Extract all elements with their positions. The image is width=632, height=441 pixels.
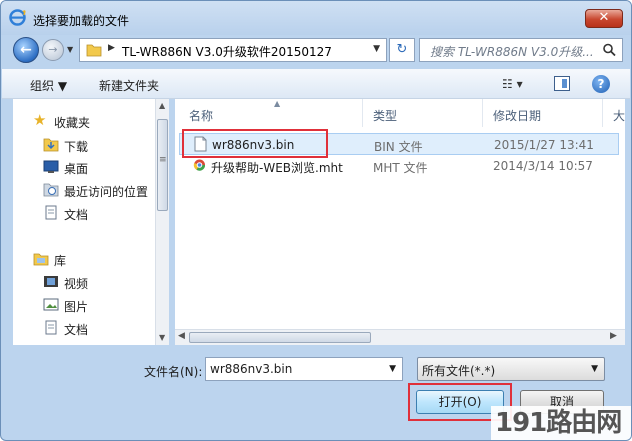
sidebar-item-label: 图片 [64, 300, 89, 314]
organize-menu[interactable]: 组织 ▼ [30, 77, 67, 94]
star-icon: ★ [33, 111, 47, 129]
sidebar-item-label: 文档 [64, 208, 89, 222]
history-dropdown-icon[interactable]: ▼ [67, 45, 73, 54]
column-header-name[interactable]: 名称 ▲ [179, 99, 363, 127]
address-bar[interactable]: ▶ TL-WR886N V3.0升级软件20150127 ▼ [79, 38, 387, 62]
search-placeholder: 搜索 TL-WR886N V3.0升级... [430, 45, 594, 59]
column-label: 名称 [189, 109, 214, 123]
library-icon [33, 253, 49, 266]
column-header-type[interactable]: 类型 [363, 99, 483, 127]
chevron-right-icon[interactable]: ▶ [108, 43, 115, 53]
filename-field[interactable]: wr886nv3.bin ▼ [205, 357, 403, 381]
address-path[interactable]: TL-WR886N V3.0升级软件20150127 [122, 43, 332, 60]
file-type: BIN 文件 [374, 140, 423, 154]
toolbar: 组织 ▼ 新建文件夹 ☷ ▾ ? [2, 69, 630, 99]
video-icon [44, 276, 58, 287]
sidebar-item-label: 视频 [64, 277, 89, 291]
column-header-size[interactable]: 大 [603, 99, 625, 127]
sidebar-item-label: 库 [54, 254, 67, 268]
column-label: 类型 [373, 109, 398, 123]
title-bar: 选择要加载的文件 ✕ [1, 1, 631, 35]
sidebar-item-label: 桌面 [64, 162, 89, 176]
document-icon [45, 320, 57, 335]
chrome-icon [193, 159, 206, 171]
sidebar-item-label: 文档 [64, 323, 89, 337]
filename-value: wr886nv3.bin [210, 362, 293, 376]
scroll-up-icon[interactable]: ▲ [159, 101, 165, 110]
sort-ascending-icon: ▲ [274, 99, 281, 108]
sidebar-scrollbar[interactable]: ▲ ≡ ▼ [155, 99, 169, 345]
table-row[interactable]: 升级帮助-WEB浏览.mht MHT 文件 2014/3/14 10:57 [179, 155, 619, 177]
folder-icon [86, 44, 102, 57]
watermark: 191路由网 [491, 406, 631, 440]
download-folder-icon [43, 138, 59, 152]
file-type-select[interactable]: 所有文件(*.*) ▼ [417, 357, 605, 381]
refresh-button[interactable]: ↻ [389, 38, 415, 62]
sidebar-item-label: 收藏夹 [54, 116, 91, 130]
file-type-value: 所有文件(*.*) [422, 364, 496, 378]
sidebar-item-label: 下载 [64, 140, 89, 154]
navigation-pane: ★ 收藏夹 下载 桌面 最近访问的位置 文档 库 视频 图片 文档 [13, 99, 169, 345]
scroll-thumb[interactable] [157, 119, 168, 211]
file-date: 2014/3/14 10:57 [493, 159, 593, 173]
search-icon[interactable] [602, 43, 616, 57]
window-title: 选择要加载的文件 [33, 14, 130, 28]
chevron-down-icon[interactable]: ▼ [591, 364, 598, 374]
chevron-down-icon[interactable]: ▼ [389, 364, 396, 374]
file-name: 升级帮助-WEB浏览.mht [211, 161, 343, 175]
file-type: MHT 文件 [373, 161, 428, 175]
scroll-left-icon[interactable]: ◀ [178, 331, 185, 341]
desktop-icon [43, 160, 59, 173]
forward-button[interactable]: → [42, 39, 64, 61]
horizontal-scrollbar[interactable]: ◀ ▶ [175, 329, 625, 345]
back-button[interactable]: ← [13, 37, 39, 63]
scroll-thumb[interactable] [189, 332, 371, 343]
scroll-down-icon[interactable]: ▼ [159, 333, 165, 342]
view-menu[interactable]: ☷ ▾ [502, 77, 523, 91]
file-highlight-annotation [182, 129, 328, 158]
close-button[interactable]: ✕ [585, 9, 623, 28]
search-input[interactable]: 搜索 TL-WR886N V3.0升级... [419, 38, 623, 62]
sidebar-item-label: 最近访问的位置 [64, 185, 149, 199]
file-date: 2015/1/27 13:41 [494, 138, 594, 152]
new-folder-button[interactable]: 新建文件夹 [99, 77, 159, 94]
filename-label: 文件名(N): [144, 365, 203, 379]
column-label: 大 [613, 109, 625, 123]
file-open-dialog: 选择要加载的文件 ✕ ← → ▼ ▶ TL-WR886N V3.0升级软件201… [0, 0, 632, 441]
scroll-right-icon[interactable]: ▶ [610, 331, 617, 341]
ie-icon [9, 9, 26, 26]
document-icon [45, 205, 57, 220]
grip-icon: ≡ [159, 155, 167, 165]
column-header-modified[interactable]: 修改日期 [483, 99, 603, 127]
preview-pane-icon[interactable] [554, 76, 570, 91]
picture-icon [43, 298, 59, 311]
help-icon[interactable]: ? [592, 75, 610, 93]
chevron-down-icon[interactable]: ▼ [373, 44, 380, 54]
recent-places-icon [43, 183, 59, 197]
column-label: 修改日期 [493, 109, 542, 123]
